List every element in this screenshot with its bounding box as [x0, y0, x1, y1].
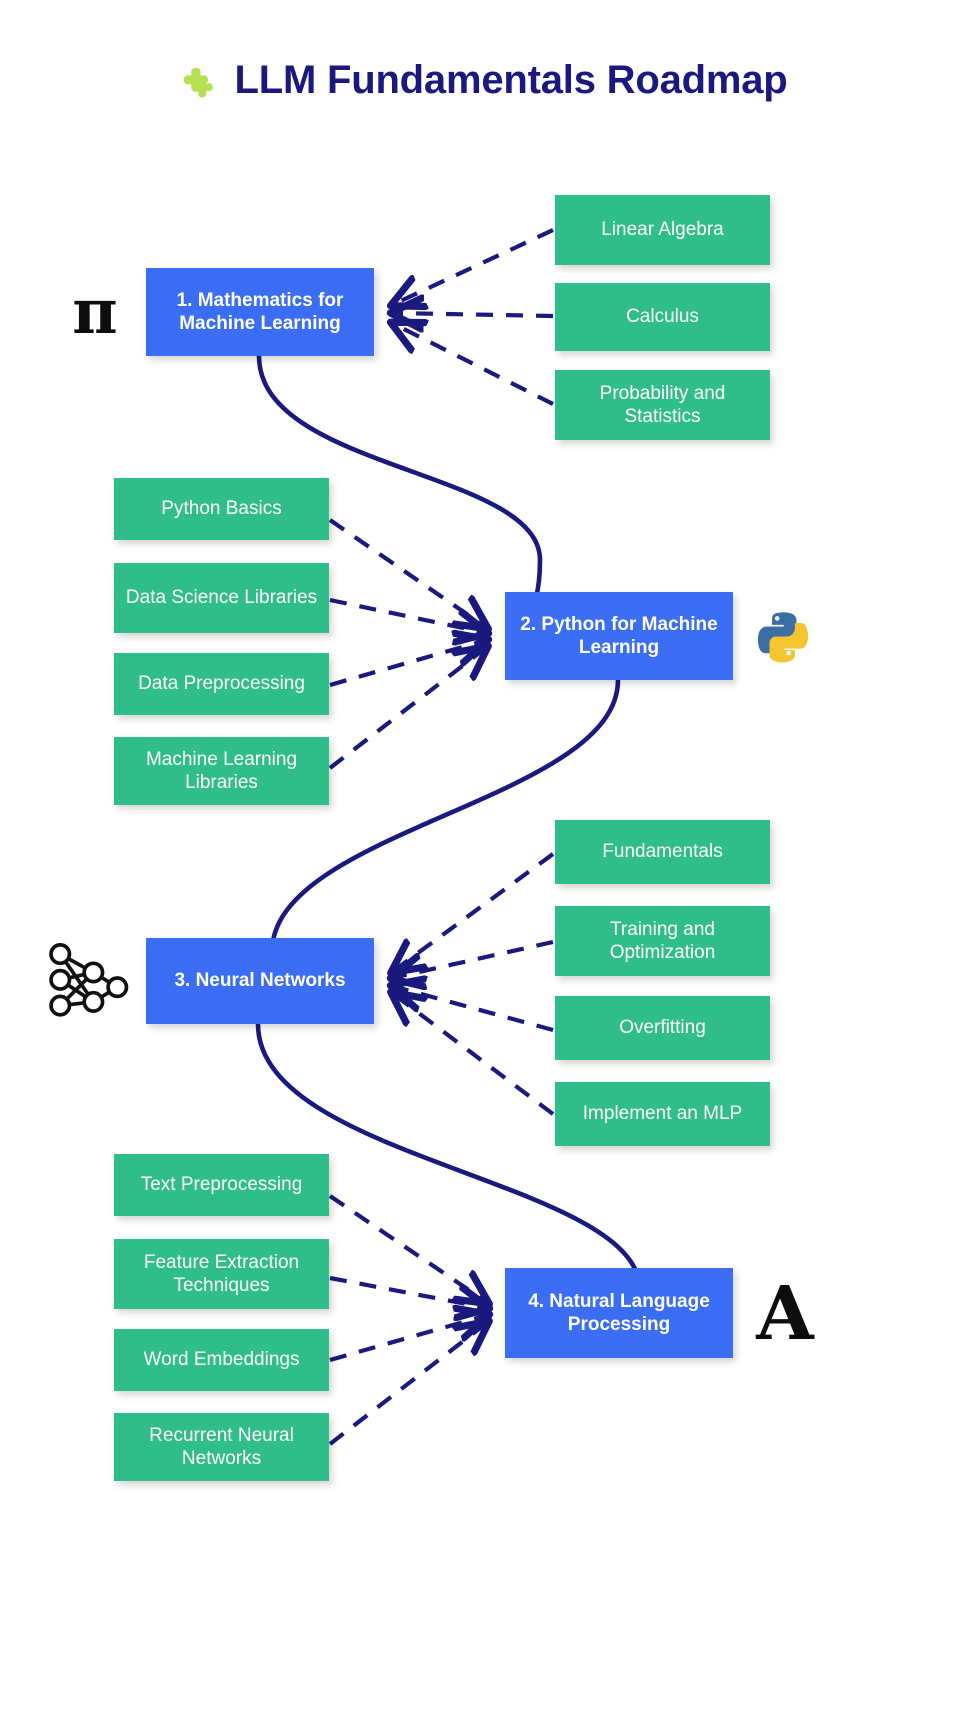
topic-node-calculus[interactable]: Calculus — [555, 283, 770, 351]
topic-node-text-preprocessing[interactable]: Text Preprocessing — [114, 1154, 329, 1216]
topic-links-nlp — [328, 1194, 488, 1446]
neural-network-glyph — [49, 943, 129, 1017]
topic-node-feature-extraction-techniques[interactable]: Feature Extraction Techniques — [114, 1239, 329, 1309]
topic-node-probability-and-statistics[interactable]: Probability and Statistics — [555, 370, 770, 440]
stage-node-nlp[interactable]: 4. Natural Language Processing — [505, 1268, 733, 1358]
topic-links-python — [328, 518, 487, 770]
page-title: LLM Fundamentals Roadmap — [234, 58, 788, 102]
topic-node-data-science-libraries[interactable]: Data Science Libraries — [114, 563, 329, 633]
topic-links-neural-networks — [392, 852, 555, 1116]
puzzle-piece-icon — [184, 67, 214, 97]
letter-a-icon: A — [756, 1271, 814, 1357]
topic-node-implement-an-mlp[interactable]: Implement an MLP — [555, 1082, 770, 1146]
pi-icon: π — [72, 275, 118, 348]
stage-node-neural-networks[interactable]: 3. Neural Networks — [146, 938, 374, 1024]
topic-node-fundamentals[interactable]: Fundamentals — [555, 820, 770, 884]
python-logo-icon — [752, 604, 816, 668]
topic-node-word-embeddings[interactable]: Word Embeddings — [114, 1329, 329, 1391]
neural-network-icon — [38, 930, 134, 1026]
topic-node-linear-algebra[interactable]: Linear Algebra — [555, 195, 770, 265]
topic-node-training-and-optimization[interactable]: Training and Optimization — [555, 906, 770, 976]
topic-node-recurrent-neural-networks[interactable]: Recurrent Neural Networks — [114, 1413, 329, 1481]
page-header: LLM Fundamentals Roadmap — [0, 58, 960, 103]
topic-node-overfitting[interactable]: Overfitting — [555, 996, 770, 1060]
stage-node-python[interactable]: 2. Python for Machine Learning — [505, 592, 733, 680]
topic-node-data-preprocessing[interactable]: Data Preprocessing — [114, 653, 329, 715]
topic-node-machine-learning-libraries[interactable]: Machine Learning Libraries — [114, 737, 329, 805]
stage-node-mathematics[interactable]: 1. Mathematics for Machine Learning — [146, 268, 374, 356]
topic-node-python-basics[interactable]: Python Basics — [114, 478, 329, 540]
python-logo-glyph — [757, 612, 809, 663]
topic-links-mathematics — [392, 228, 554, 406]
roadmap-canvas: LLM Fundamentals Roadmap π 1. Mathematic… — [0, 0, 960, 1728]
